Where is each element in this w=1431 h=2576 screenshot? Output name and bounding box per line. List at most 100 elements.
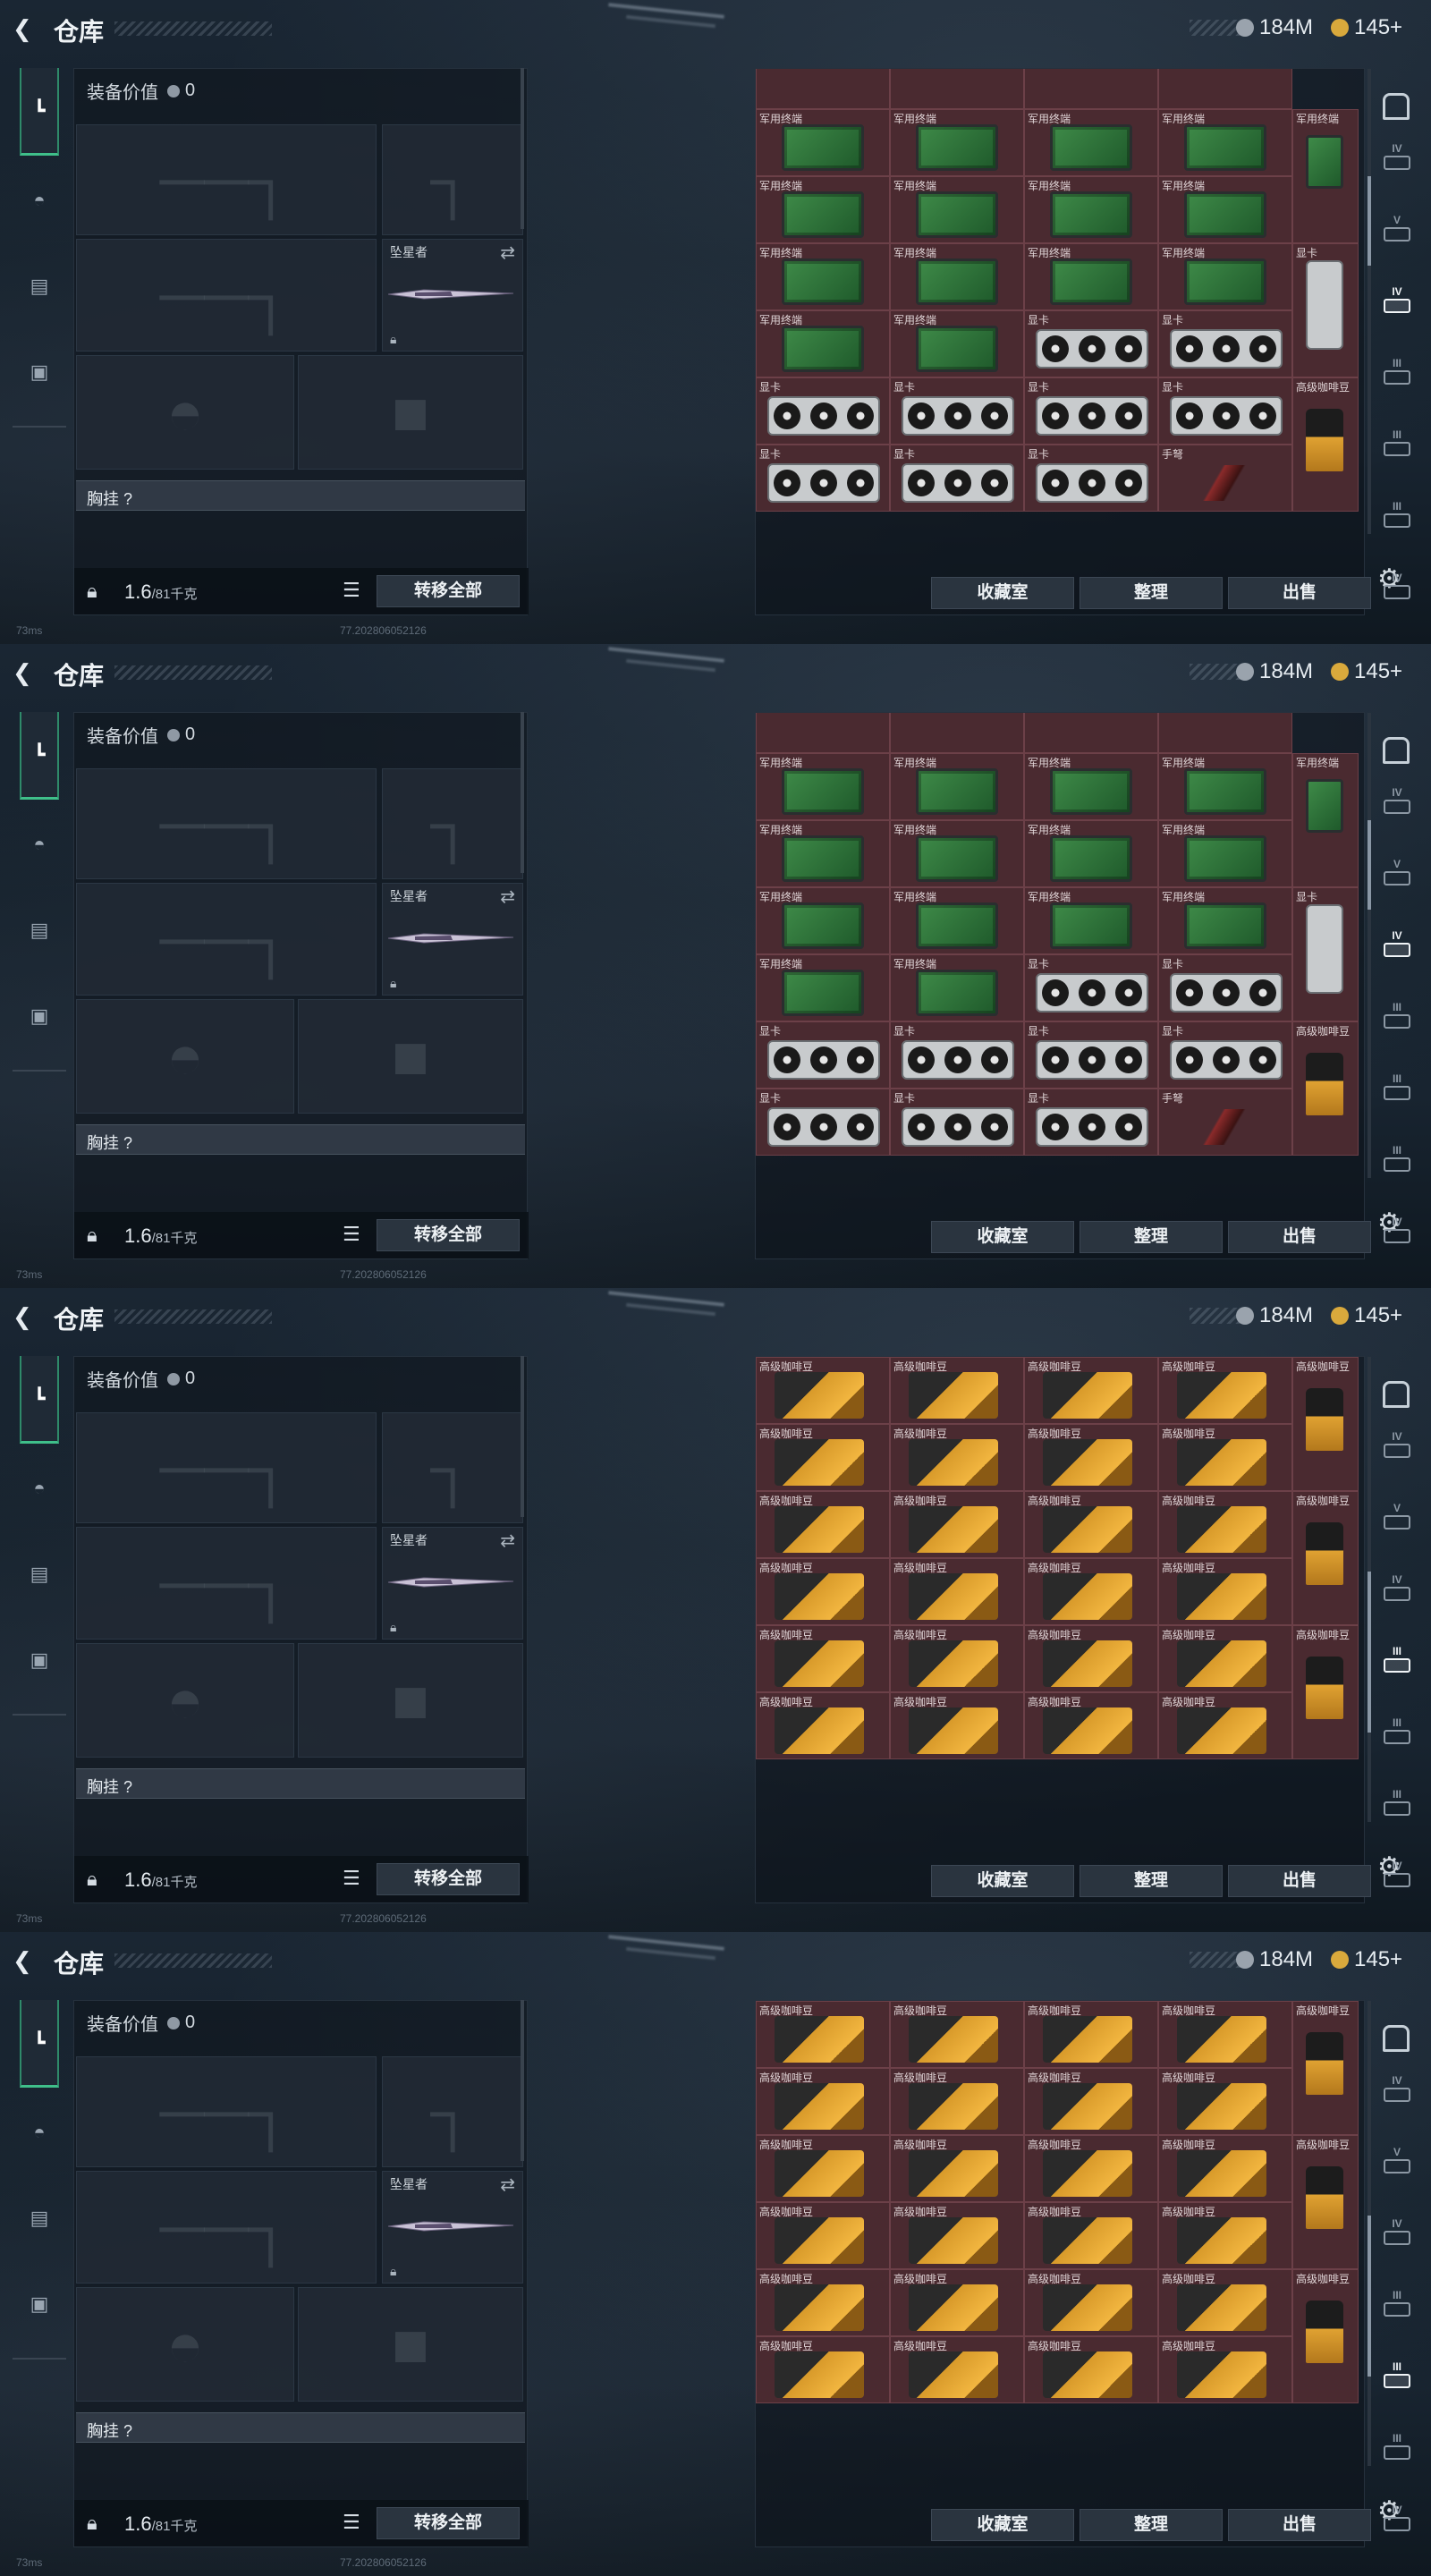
- stash-item-coffee[interactable]: 高级咖啡豆: [890, 1424, 1024, 1491]
- stash-item-coffee[interactable]: 高级咖啡豆: [1158, 2068, 1292, 2135]
- nav-tab-helmet[interactable]: ◓: [20, 825, 59, 864]
- stash-item-coffee[interactable]: 高级咖啡豆: [1024, 2202, 1158, 2269]
- stash-item-coffee[interactable]: 高级咖啡豆: [756, 2135, 890, 2202]
- stash-item-military-terminal[interactable]: 军用终端: [1158, 753, 1292, 820]
- lock-icon[interactable]: 🔒︎: [87, 580, 97, 603]
- transfer-all-button[interactable]: 转移全部: [377, 1219, 520, 1251]
- swap-icon[interactable]: ⇄: [500, 1530, 515, 1552]
- stash-item-horn[interactable]: [1024, 69, 1158, 109]
- stash-item-military-terminal[interactable]: 军用终端: [756, 954, 890, 1021]
- swap-icon[interactable]: ⇄: [500, 242, 515, 264]
- stash-item-coffee[interactable]: 高级咖啡豆: [1158, 1357, 1292, 1424]
- stash-page-tab[interactable]: III: [1376, 358, 1418, 388]
- stash-item-coffee[interactable]: 高级咖啡豆: [890, 2202, 1024, 2269]
- stash-item-coffee[interactable]: 高级咖啡豆: [1158, 2269, 1292, 2336]
- stash-page-tab[interactable]: IV: [1376, 1574, 1418, 1605]
- helmet-slot[interactable]: ◓: [76, 999, 294, 1114]
- swap-icon[interactable]: ⇄: [500, 886, 515, 908]
- stash-item-coffee[interactable]: 高级咖啡豆: [890, 1491, 1024, 1558]
- stash-item-coffee[interactable]: 高级咖啡豆: [756, 1357, 890, 1424]
- stash-item-horn[interactable]: [1024, 713, 1158, 753]
- stash-item-coffee[interactable]: 高级咖啡豆: [1158, 2135, 1292, 2202]
- stash-item-coffee[interactable]: 高级咖啡豆: [890, 1692, 1024, 1759]
- swap-icon[interactable]: ⇄: [500, 2174, 515, 2196]
- back-arrow-icon[interactable]: ❮: [13, 1948, 38, 1973]
- armor-slot[interactable]: ■: [298, 355, 523, 470]
- chest-rig-header[interactable]: 胸挂 ?: [76, 2412, 525, 2443]
- stash-item-coffee-vertical[interactable]: 高级咖啡豆: [1292, 2269, 1359, 2403]
- list-icon[interactable]: ☰: [343, 2511, 360, 2534]
- stash-item-gpu[interactable]: 显卡: [890, 1021, 1024, 1089]
- stash-item-coffee[interactable]: 高级咖啡豆: [756, 1424, 890, 1491]
- stash-item-gpu[interactable]: 显卡: [1024, 377, 1158, 445]
- stash-item-coffee[interactable]: 高级咖啡豆: [1024, 1424, 1158, 1491]
- stash-item-coffee[interactable]: 高级咖啡豆: [1158, 1558, 1292, 1625]
- stash-item-coffee[interactable]: 高级咖啡豆: [890, 2001, 1024, 2068]
- helmet-slot[interactable]: ◓: [76, 2287, 294, 2402]
- stash-item-military-terminal[interactable]: 军用终端: [890, 820, 1024, 887]
- stash-item-coffee[interactable]: 高级咖啡豆: [890, 2336, 1024, 2403]
- stash-item-coffee[interactable]: 高级咖啡豆: [1024, 1491, 1158, 1558]
- sell-button[interactable]: 出售: [1228, 577, 1371, 609]
- stash-item-military-terminal[interactable]: 军用终端: [756, 310, 890, 377]
- stash-item-coffee[interactable]: 高级咖啡豆: [1024, 2336, 1158, 2403]
- melee-slot[interactable]: 坠星者 ⇄ 🔒︎: [382, 1527, 523, 1640]
- stash-item-coffee[interactable]: 高级咖啡豆: [1024, 1558, 1158, 1625]
- nav-tab-weapons[interactable]: ┗: [20, 2000, 59, 2088]
- stash-page-tab[interactable]: IV: [1376, 1216, 1418, 1247]
- stash-item-coffee[interactable]: 高级咖啡豆: [890, 1357, 1024, 1424]
- stash-page-tab[interactable]: III: [1376, 501, 1418, 531]
- stash-item-coffee-vertical[interactable]: 高级咖啡豆: [1292, 2135, 1359, 2269]
- stash-item-coffee-vertical[interactable]: 高级咖啡豆: [1292, 377, 1359, 512]
- nav-tab-case[interactable]: ▣: [20, 996, 59, 1036]
- stash-item-coffee[interactable]: 高级咖啡豆: [1158, 2336, 1292, 2403]
- secondary-weapon-slot[interactable]: ──┐: [76, 1527, 377, 1640]
- gold-currency[interactable]: 145+: [1331, 658, 1402, 685]
- collection-room-button[interactable]: 收藏室: [931, 2509, 1074, 2541]
- stash-item-gpu-vertical[interactable]: 显卡: [1292, 887, 1359, 1021]
- stash-item-gpu[interactable]: 显卡: [756, 377, 890, 445]
- stash-item-gpu[interactable]: 显卡: [756, 445, 890, 512]
- nav-tab-helmet[interactable]: ◓: [20, 1469, 59, 1508]
- nav-tab-weapons[interactable]: ┗: [20, 712, 59, 800]
- stash-item-coffee[interactable]: 高级咖啡豆: [1024, 2001, 1158, 2068]
- stash-item-coffee-vertical[interactable]: 高级咖啡豆: [1292, 1491, 1359, 1625]
- stash-item-horn[interactable]: [1158, 713, 1292, 753]
- stash-item-coffee[interactable]: 高级咖啡豆: [890, 2068, 1024, 2135]
- back-arrow-icon[interactable]: ❮: [13, 16, 38, 41]
- armor-slot[interactable]: ■: [298, 1643, 523, 1758]
- stash-item-coffee[interactable]: 高级咖啡豆: [756, 1491, 890, 1558]
- stash-item-military-terminal[interactable]: 军用终端: [1024, 176, 1158, 243]
- stash-item-military-terminal[interactable]: 军用终端: [756, 243, 890, 310]
- collection-room-button[interactable]: 收藏室: [931, 1865, 1074, 1897]
- sell-button[interactable]: 出售: [1228, 2509, 1371, 2541]
- stash-item-military-terminal[interactable]: 军用终端: [1158, 176, 1292, 243]
- stash-item-coffee[interactable]: 高级咖啡豆: [1158, 1424, 1292, 1491]
- stash-page-tab[interactable]: V: [1376, 2147, 1418, 2177]
- stash-item-gpu[interactable]: 显卡: [1024, 310, 1158, 377]
- stash-item-coffee-vertical[interactable]: 高级咖啡豆: [1292, 1021, 1359, 1156]
- nav-tab-helmet[interactable]: ◓: [20, 2113, 59, 2152]
- list-icon[interactable]: ☰: [343, 1223, 360, 1246]
- stash-item-gpu[interactable]: 显卡: [756, 1021, 890, 1089]
- stash-item-coffee[interactable]: 高级咖啡豆: [890, 1558, 1024, 1625]
- nav-tab-backpack[interactable]: ▤: [20, 1555, 59, 1594]
- back-arrow-icon[interactable]: ❮: [13, 660, 38, 685]
- primary-weapon-slot[interactable]: ──┐: [76, 124, 377, 235]
- stash-item-coffee[interactable]: 高级咖啡豆: [1158, 1625, 1292, 1692]
- stash-item-coffee-vertical[interactable]: 高级咖啡豆: [1292, 1357, 1359, 1491]
- primary-weapon-slot[interactable]: ──┐: [76, 768, 377, 879]
- armor-slot[interactable]: ■: [298, 2287, 523, 2402]
- stash-item-coffee[interactable]: 高级咖啡豆: [1024, 2269, 1158, 2336]
- stash-item-military-terminal[interactable]: 军用终端: [756, 753, 890, 820]
- stash-page-tab[interactable]: III: [1376, 1789, 1418, 1819]
- sort-button[interactable]: 整理: [1080, 1865, 1223, 1897]
- stash-item-military-terminal[interactable]: 军用终端: [890, 310, 1024, 377]
- collection-room-button[interactable]: 收藏室: [931, 1221, 1074, 1253]
- sell-button[interactable]: 出售: [1228, 1221, 1371, 1253]
- stash-item-coffee[interactable]: 高级咖啡豆: [1158, 1692, 1292, 1759]
- stash-item-coffee[interactable]: 高级咖啡豆: [1158, 1491, 1292, 1558]
- stash-page-tab[interactable]: IV: [1376, 787, 1418, 818]
- stash-item-coffee[interactable]: 高级咖啡豆: [1024, 2068, 1158, 2135]
- stash-item-coffee[interactable]: 高级咖啡豆: [756, 1625, 890, 1692]
